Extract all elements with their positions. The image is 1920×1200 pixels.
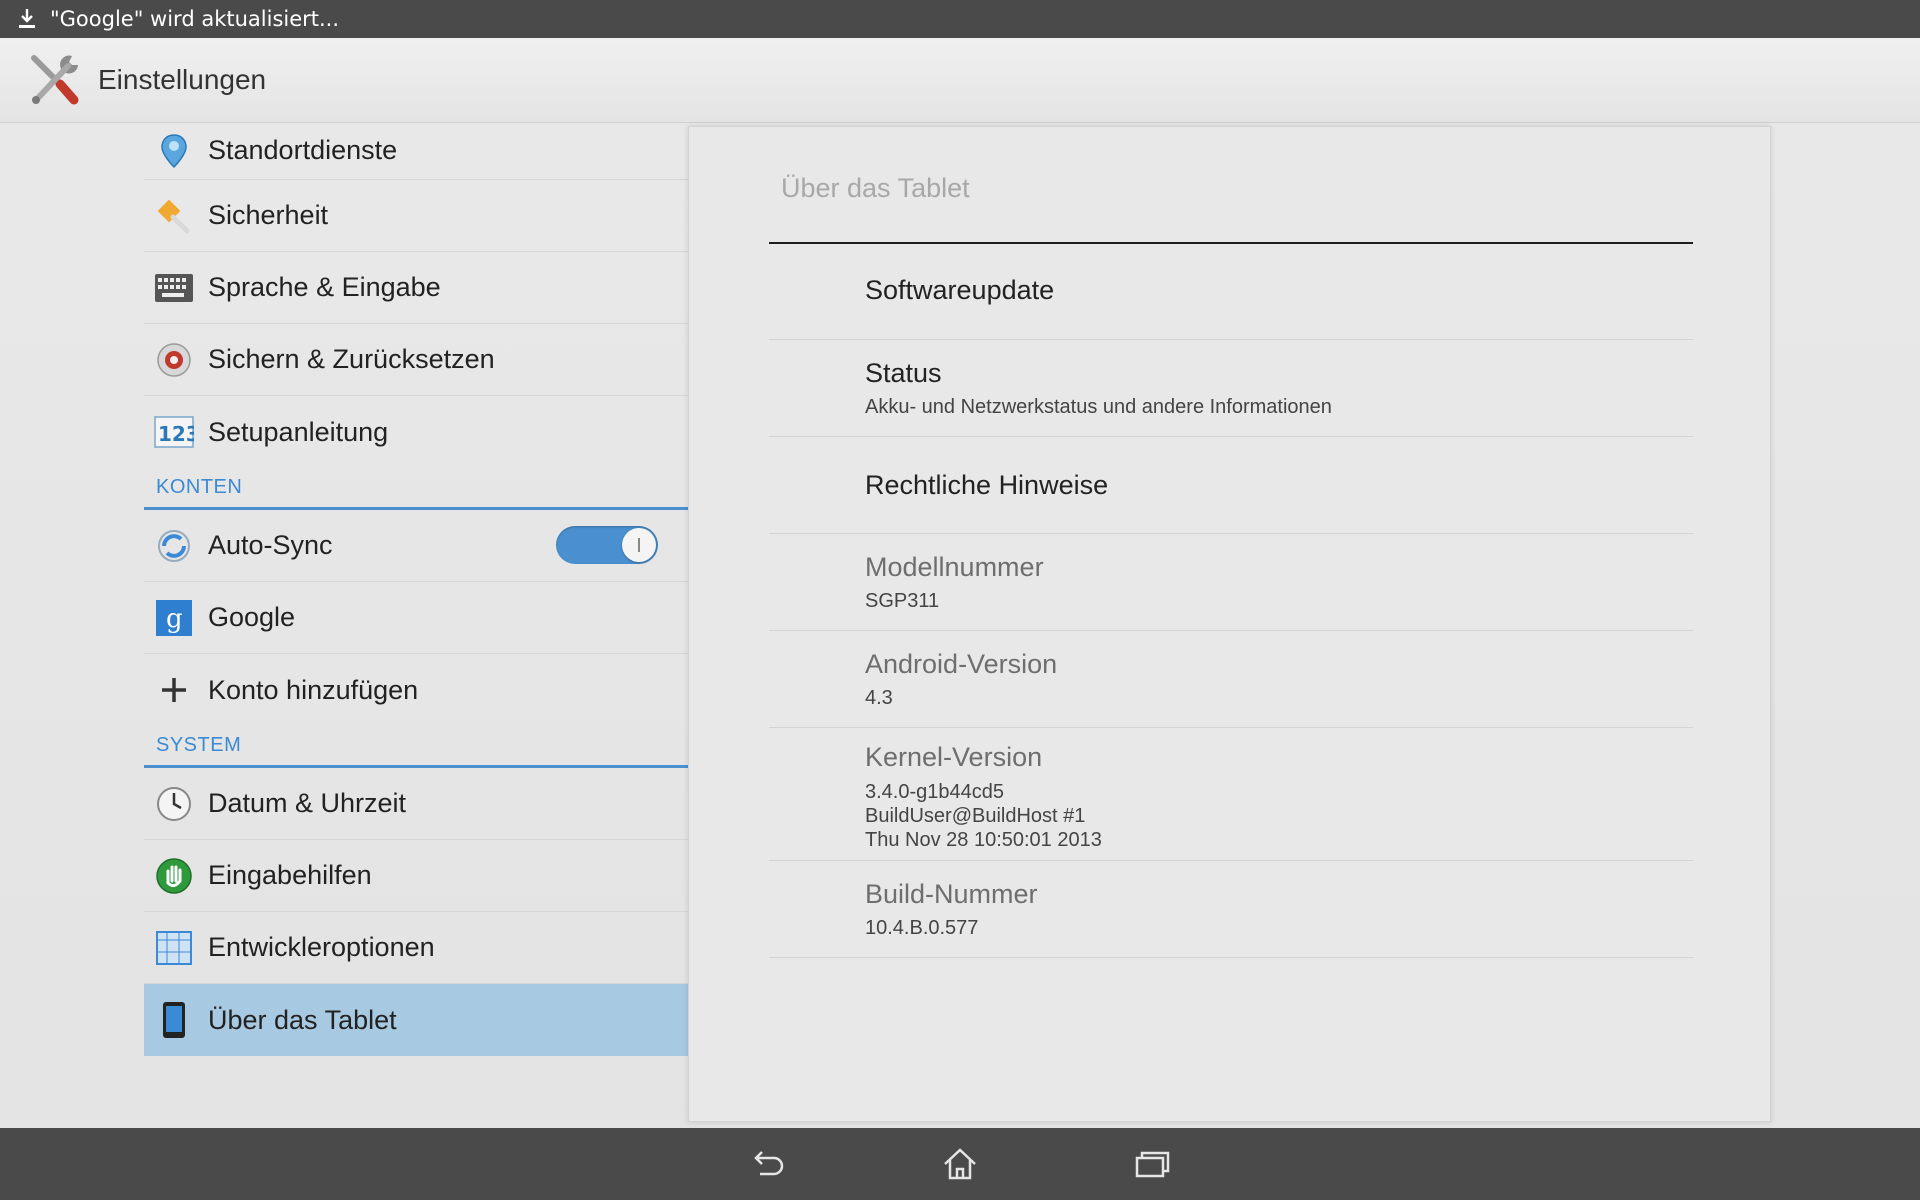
security-icon — [154, 196, 194, 236]
list-item-label: Auto-Sync — [208, 530, 333, 560]
detail-title: Über das Tablet — [781, 173, 970, 203]
row-softwareupdate[interactable]: Softwareupdate — [769, 244, 1693, 340]
list-item-auto-sync[interactable]: Auto-Sync — [144, 510, 688, 582]
tablet-icon — [154, 1000, 194, 1040]
row-value-line: BuildUser@BuildHost #1 — [865, 805, 1086, 827]
list-item-setupanleitung[interactable]: 123 Setupanleitung — [144, 396, 688, 468]
notification-text: "Google" wird aktualisiert... — [50, 7, 340, 31]
list-item-label: Entwickleroptionen — [208, 932, 435, 962]
list-item-standortdienste[interactable]: Standortdienste — [144, 122, 688, 180]
list-item-ueber-das-tablet[interactable]: Über das Tablet — [144, 984, 688, 1056]
list-item-label: Sichern & Zurücksetzen — [208, 344, 495, 374]
row-title: Kernel-Version — [865, 742, 1043, 772]
row-value: 10.4.B.0.577 — [865, 917, 979, 939]
list-item-google[interactable]: g Google — [144, 582, 688, 654]
row-android-version[interactable]: Android-Version 4.3 — [769, 631, 1693, 728]
list-item-entwickleroptionen[interactable]: Entwickleroptionen — [144, 912, 688, 984]
status-bar: "Google" wird aktualisiert... — [0, 0, 1920, 38]
accessibility-hand-icon — [154, 856, 194, 896]
location-icon — [154, 131, 194, 171]
section-header-system: SYSTEM — [144, 726, 688, 768]
row-title: Modellnummer — [865, 552, 1044, 582]
navigation-bar — [0, 1128, 1920, 1200]
section-header-label: SYSTEM — [156, 734, 242, 756]
list-item-label: Standortdienste — [208, 135, 398, 165]
list-item-sichern-zuruecksetzen[interactable]: Sichern & Zurücksetzen — [144, 324, 688, 396]
row-modellnummer: Modellnummer SGP311 — [769, 534, 1693, 631]
list-item-label: Konto hinzufügen — [208, 674, 419, 705]
row-title: Build-Nummer — [865, 879, 1038, 909]
section-header-konten: KONTEN — [144, 468, 688, 510]
list-item-label: Sprache & Eingabe — [208, 272, 441, 302]
row-kernel-version: Kernel-Version 3.4.0-g1b44cd5 BuildUser@… — [769, 728, 1693, 861]
detail-panel: Über das Tablet Softwareupdate Status Ak… — [688, 126, 1771, 1122]
google-icon: g — [154, 598, 194, 638]
list-item-eingabehilfen[interactable]: Eingabehilfen — [144, 840, 688, 912]
row-value: 4.3 — [865, 687, 893, 709]
list-item-datum-uhrzeit[interactable]: Datum & Uhrzeit — [144, 768, 688, 840]
row-rechtliche-hinweise[interactable]: Rechtliche Hinweise — [769, 437, 1693, 534]
back-icon[interactable] — [748, 1144, 788, 1184]
action-bar: Einstellungen — [0, 38, 1920, 123]
keyboard-icon — [154, 268, 194, 308]
list-item-label: Eingabehilfen — [208, 860, 372, 890]
clock-icon — [154, 784, 194, 824]
list-item-label: Über das Tablet — [208, 1004, 397, 1035]
setup-123-icon: 123 — [154, 412, 194, 452]
row-subtitle: Akku- und Netzwerkstatus und andere Info… — [865, 396, 1332, 418]
settings-tools-icon[interactable] — [24, 50, 84, 110]
list-item-label: Setupanleitung — [208, 416, 389, 447]
row-build-nummer[interactable]: Build-Nummer 10.4.B.0.577 — [769, 861, 1693, 958]
list-item-sprache-eingabe[interactable]: Sprache & Eingabe — [144, 252, 688, 324]
row-status[interactable]: Status Akku- und Netzwerkstatus und ande… — [769, 340, 1693, 437]
row-title: Android-Version — [865, 649, 1058, 679]
row-value-line: Thu Nov 28 10:50:01 2013 — [865, 829, 1102, 851]
list-item-label: Google — [208, 602, 296, 632]
list-item-sicherheit[interactable]: Sicherheit — [144, 180, 688, 252]
plus-icon — [154, 670, 194, 710]
row-title: Rechtliche Hinweise — [865, 470, 1109, 500]
toggle-knob[interactable] — [622, 528, 656, 562]
backup-icon — [154, 340, 194, 380]
developer-icon — [154, 928, 194, 968]
list-item-konto-hinzufuegen[interactable]: Konto hinzufügen — [144, 654, 688, 726]
row-title: Status — [865, 358, 942, 388]
svg-text:g: g — [166, 604, 183, 634]
auto-sync-toggle[interactable] — [556, 526, 658, 564]
settings-category-list: Standortdienste Sicherheit Sprache & Ein… — [144, 122, 688, 1082]
list-item-label: Sicherheit — [208, 200, 329, 230]
svg-text:123: 123 — [158, 422, 194, 446]
home-icon[interactable] — [940, 1144, 980, 1184]
sync-icon — [154, 526, 194, 566]
row-value: SGP311 — [865, 590, 940, 612]
section-header-label: KONTEN — [156, 476, 243, 498]
list-item-label: Datum & Uhrzeit — [208, 788, 407, 818]
app-title: Einstellungen — [98, 64, 267, 95]
row-value-line: 3.4.0-g1b44cd5 — [865, 781, 1005, 803]
row-title: Softwareupdate — [865, 275, 1055, 305]
download-icon — [19, 9, 35, 28]
recents-icon[interactable] — [1132, 1144, 1172, 1184]
